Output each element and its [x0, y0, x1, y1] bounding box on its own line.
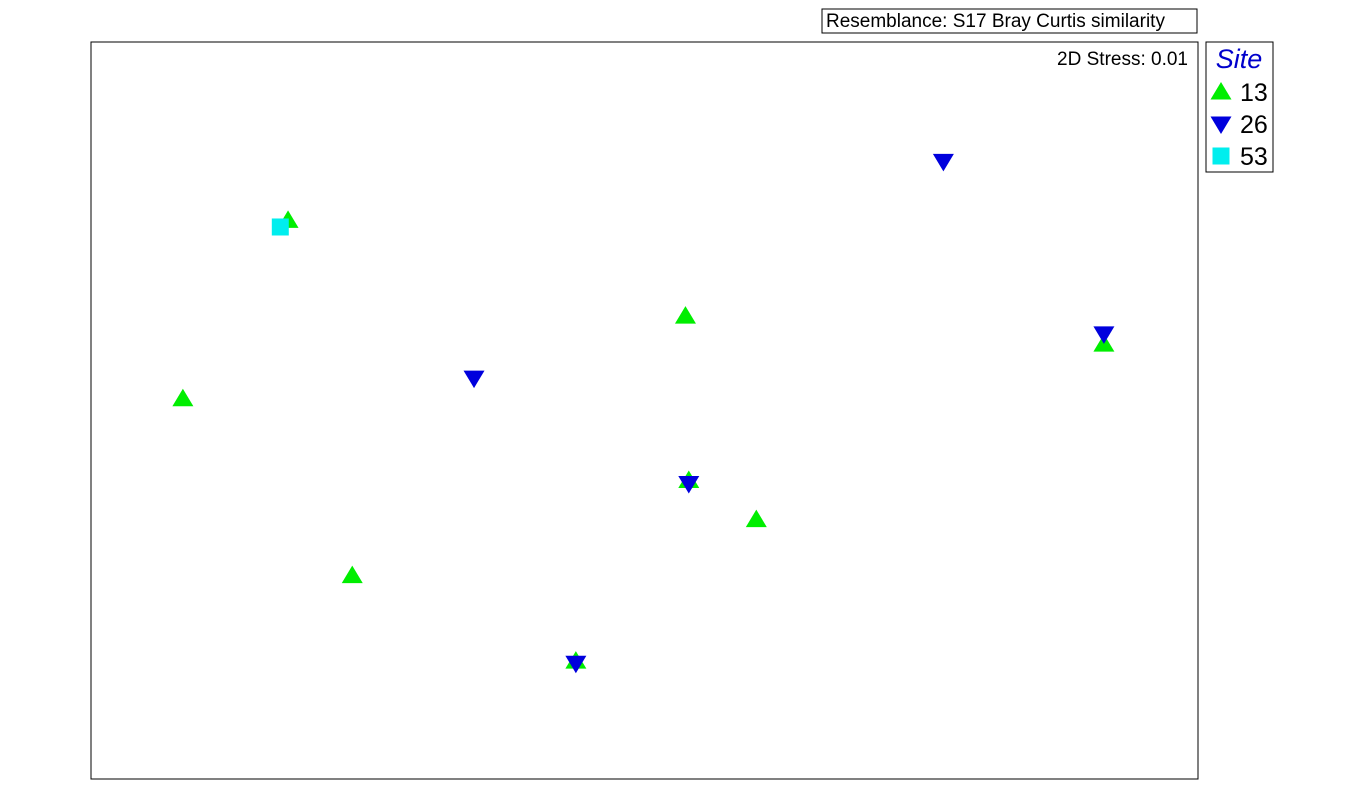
plot-frame — [90, 41, 1199, 780]
legend-label-53: 53 — [1240, 143, 1268, 171]
nmds-chart: Resemblance: S17 Bray Curtis similarity … — [90, 8, 1274, 780]
legend: Site 13 26 53 — [1205, 41, 1274, 173]
resemblance-annotation: Resemblance: S17 Bray Curtis similarity — [821, 8, 1198, 34]
legend-marker-53 — [1212, 147, 1230, 165]
legend-title: Site — [1216, 44, 1263, 74]
legend-items: 13 26 53 — [1210, 79, 1268, 171]
point-site-53-1 — [271, 218, 289, 236]
resemblance-text: Resemblance: S17 Bray Curtis similarity — [826, 11, 1165, 32]
stress-annotation: 2D Stress: 0.01 — [1057, 49, 1188, 70]
legend-label-13: 13 — [1240, 79, 1268, 107]
legend-label-26: 26 — [1240, 111, 1268, 139]
